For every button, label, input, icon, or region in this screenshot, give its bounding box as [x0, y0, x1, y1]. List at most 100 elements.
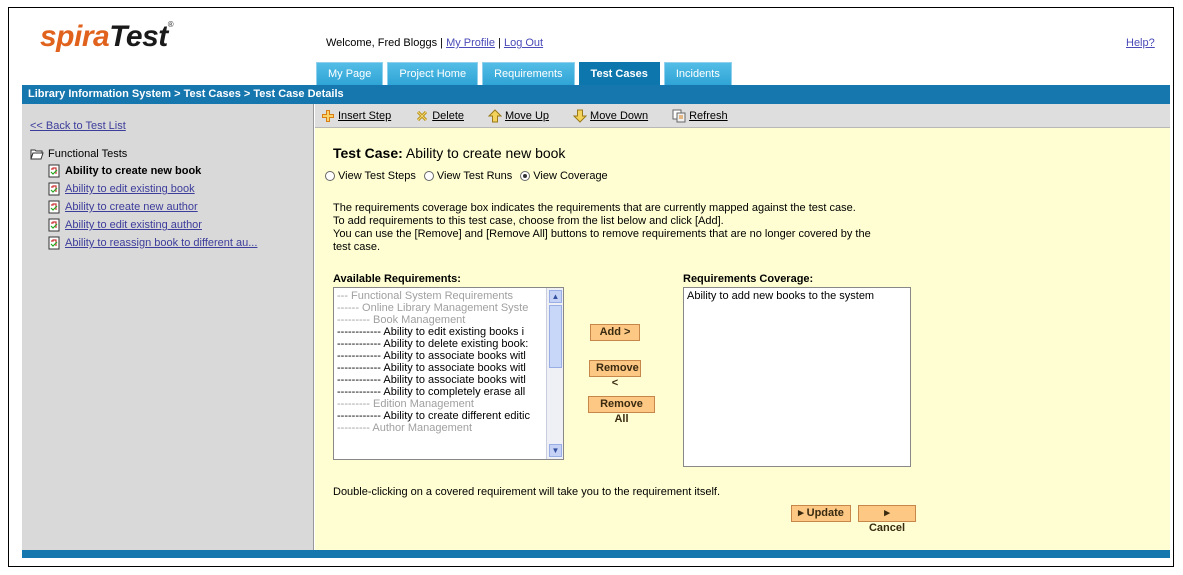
remove-all-button[interactable]: Remove All [588, 396, 655, 425]
insert-step-icon [322, 109, 334, 122]
logo-text-test: Test [109, 20, 168, 53]
view-test-runs-radio[interactable]: View Test Runs [423, 170, 513, 182]
tree-item-test-case[interactable]: Ability to edit existing author [48, 218, 257, 232]
description-line: You can use the [Remove] and [Remove All… [333, 228, 871, 240]
footer-bar [22, 550, 1170, 558]
test-case-prefix: Test Case: [333, 145, 403, 161]
list-items: --- Functional System Requirements -----… [337, 290, 543, 434]
cancel-button[interactable]: ▸ Cancel [858, 505, 916, 534]
tab-my-page[interactable]: My Page [316, 62, 384, 85]
description-line: To add requirements to this test case, c… [333, 215, 724, 227]
logo-text-spira: spira [40, 20, 110, 53]
test-case-name: Ability to create new book [405, 145, 566, 161]
add-button[interactable]: Add > [590, 324, 640, 341]
arrow-down-icon [573, 109, 588, 123]
list-item[interactable]: ------------ Ability to delete existing … [337, 338, 543, 350]
test-tree: Functional Tests Ability to create new b… [30, 148, 257, 250]
sidebar: << Back to Test List Functional Tests Ab… [22, 104, 314, 550]
requirements-coverage-list[interactable]: Ability to add new books to the system [683, 287, 911, 467]
delete-icon [417, 110, 428, 121]
welcome-text: Welcome, Fred Bloggs [326, 37, 438, 49]
list-item[interactable]: --------- Edition Management [337, 398, 543, 410]
delete-button[interactable]: Delete [415, 109, 464, 123]
back-to-test-list-link[interactable]: << Back to Test List [30, 120, 126, 132]
list-item[interactable]: ------------ Ability to associate books … [337, 350, 543, 362]
scroll-thumb[interactable] [549, 305, 562, 368]
list-item[interactable]: Ability to add new books to the system [684, 288, 910, 304]
list-item[interactable]: ------------ Ability to create different… [337, 410, 543, 422]
tab-project-home[interactable]: Project Home [387, 62, 479, 85]
tree-item-test-case[interactable]: Ability to edit existing book [48, 182, 257, 196]
insert-step-button[interactable]: Insert Step [321, 109, 391, 123]
test-case-icon [48, 236, 60, 250]
arrow-up-icon [488, 108, 502, 122]
test-case-icon [48, 218, 60, 232]
breadcrumb: Library Information System > Test Cases … [22, 85, 1170, 104]
tree-item-label: Ability to create new book [65, 165, 202, 177]
view-coverage-radio[interactable]: View Coverage [520, 170, 608, 182]
double-click-note: Double-clicking on a covered requirement… [333, 486, 721, 498]
help-link[interactable]: Help? [1126, 37, 1155, 49]
separator: | [440, 37, 443, 49]
refresh-button[interactable]: Refresh [672, 109, 728, 123]
tree-item-label: Ability to reassign book to different au… [65, 237, 258, 249]
insert-step-label: Insert Step [338, 109, 392, 122]
scroll-down-icon[interactable]: ▼ [549, 444, 562, 457]
tab-test-cases[interactable]: Test Cases [578, 62, 660, 85]
view-test-steps-radio[interactable]: View Test Steps [325, 170, 416, 182]
my-profile-link[interactable]: My Profile [446, 37, 495, 49]
view-selector: View Test Steps View Test Runs View Cove… [325, 170, 608, 182]
tree-item-label: Ability to edit existing author [65, 219, 202, 231]
radio-label: View Coverage [533, 170, 608, 182]
available-requirements-label: Available Requirements: [333, 273, 461, 285]
list-item[interactable]: ------------ Ability to associate books … [337, 374, 543, 386]
page-title: Test Case: Ability to create new book [333, 145, 565, 161]
test-case-icon [48, 182, 60, 196]
welcome-bar: Welcome, Fred Bloggs | My Profile | Log … [326, 37, 543, 49]
tree-folder-functional-tests[interactable]: Functional Tests [30, 148, 257, 160]
list-item[interactable]: ------------ Ability to associate books … [337, 362, 543, 374]
list-item[interactable]: --------- Book Management [337, 314, 543, 326]
radio-label: View Test Runs [436, 170, 513, 182]
refresh-icon [672, 109, 686, 122]
tree-item-label: Ability to edit existing book [65, 183, 195, 195]
tree-item-test-case[interactable]: Ability to reassign book to different au… [48, 236, 257, 250]
spiratest-logo: spiraTest® [40, 20, 174, 54]
description-line: The requirements coverage box indicates … [333, 202, 856, 214]
main-panel: Insert Step Delete Move Up Move Down Ref… [315, 104, 1170, 550]
update-button[interactable]: ▸ Update [791, 505, 851, 522]
remove-button[interactable]: Remove < [589, 360, 641, 389]
delete-label: Delete [432, 109, 464, 122]
main-tabs: My Page Project Home Requirements Test C… [316, 62, 732, 85]
radio-circle [325, 171, 335, 181]
test-case-icon [48, 200, 60, 214]
logo-trademark: ® [167, 20, 174, 29]
move-down-button[interactable]: Move Down [573, 109, 648, 123]
list-item[interactable]: ------ Online Library Management Syste [337, 302, 543, 314]
log-out-link[interactable]: Log Out [504, 37, 543, 49]
move-up-label: Move Up [505, 109, 550, 122]
tab-incidents[interactable]: Incidents [663, 62, 732, 85]
description-line: test case. [333, 241, 381, 253]
coverage-description: The requirements coverage box indicates … [333, 202, 933, 254]
radio-circle [423, 171, 434, 181]
list-scrollbar[interactable]: ▲ ▼ [546, 288, 563, 459]
tree-item-label: Ability to create new author [65, 201, 198, 213]
list-item[interactable]: ------------ Ability to completely erase… [337, 386, 543, 398]
tab-requirements[interactable]: Requirements [482, 62, 575, 85]
test-case-icon [48, 164, 60, 178]
requirements-coverage-label: Requirements Coverage: [683, 273, 814, 285]
move-up-button[interactable]: Move Up [488, 108, 550, 123]
tree-folder-label: Functional Tests [48, 148, 128, 160]
list-item[interactable]: --- Functional System Requirements [337, 290, 543, 302]
toolbar: Insert Step Delete Move Up Move Down Ref… [315, 104, 1170, 128]
folder-open-icon [30, 149, 44, 160]
tree-item-test-case[interactable]: Ability to create new author [48, 200, 257, 214]
refresh-label: Refresh [689, 109, 728, 122]
scroll-up-icon[interactable]: ▲ [549, 290, 562, 303]
list-item[interactable]: ------------ Ability to edit existing bo… [337, 326, 543, 338]
available-requirements-list[interactable]: --- Functional System Requirements -----… [333, 287, 564, 460]
list-item[interactable]: --------- Author Management [337, 422, 543, 434]
radio-label: View Test Steps [338, 170, 416, 182]
tree-item-test-case[interactable]: Ability to create new book [48, 164, 257, 178]
